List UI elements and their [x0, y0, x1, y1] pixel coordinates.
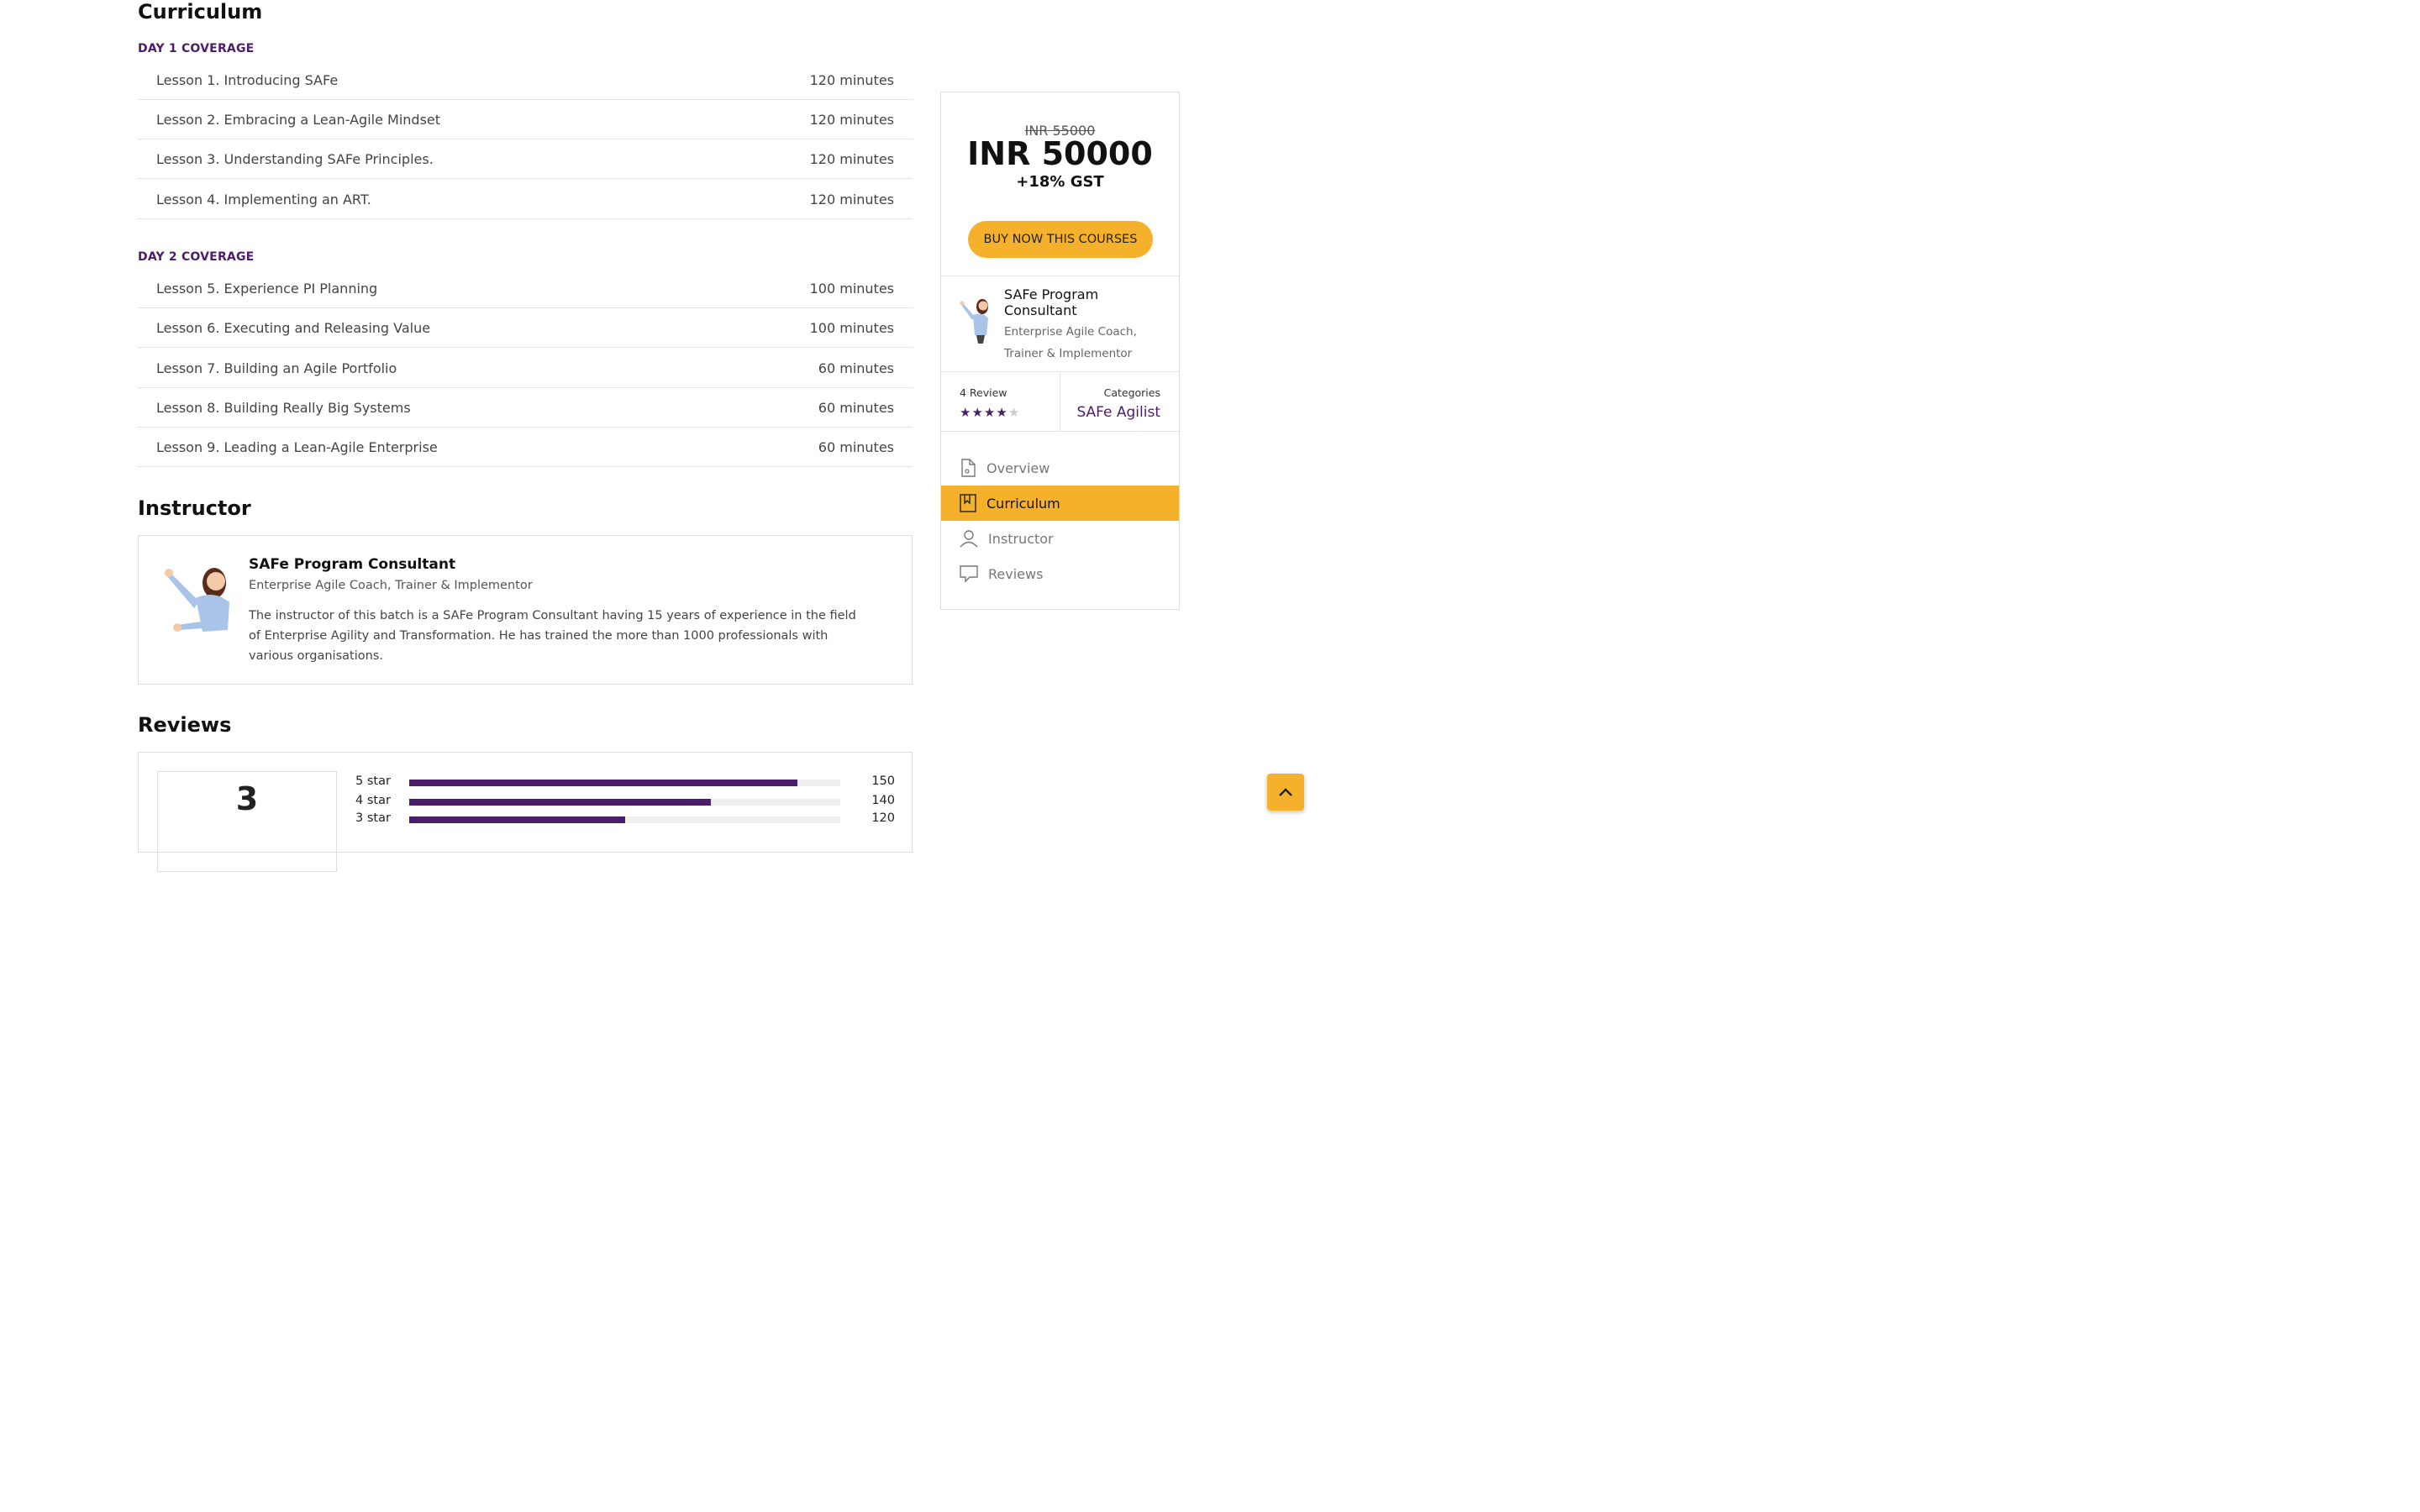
course-sidebar: INR 55000 INR 50000 +18% GST BUY NOW THI…	[940, 92, 1180, 610]
lesson-duration: 120 minutes	[809, 150, 894, 167]
rating-bar-label: 4 star	[355, 794, 391, 807]
user-icon	[960, 530, 978, 548]
instructor-subtitle: Enterprise Agile Coach, Trainer & Implem…	[249, 579, 533, 592]
review-count: 4 Review	[960, 386, 1007, 399]
day-2-heading: DAY 2 COVERAGE	[138, 250, 255, 264]
nav-label: Reviews	[988, 565, 1044, 582]
lesson-duration: 60 minutes	[818, 399, 894, 416]
rating-bar-track	[409, 780, 840, 786]
instructor-bio: The instructor of this batch is a SAFe P…	[249, 609, 856, 663]
rating-bar-count: 120	[871, 811, 895, 825]
lesson-row[interactable]: Lesson 8. Building Really Big Systems 60…	[138, 388, 913, 428]
back-to-top-button[interactable]	[1267, 774, 1304, 811]
lesson-row[interactable]: Lesson 9. Leading a Lean-Agile Enterpris…	[138, 428, 913, 467]
reviews-card: 3 5 star 150 4 star 140 3 star 120	[138, 752, 913, 872]
instructor-name: SAFe Program Consultant	[249, 556, 456, 573]
lesson-title: Lesson 8. Building Really Big Systems	[156, 399, 411, 416]
lesson-title: Lesson 6. Executing and Releasing Value	[156, 319, 431, 336]
rating-bar-fill	[409, 799, 712, 806]
document-icon	[961, 459, 976, 477]
nav-label: Overview	[986, 459, 1050, 476]
price: INR 50000	[967, 135, 1153, 172]
lesson-duration: 120 minutes	[809, 111, 894, 128]
nav-label: Instructor	[988, 530, 1054, 547]
lesson-title: Lesson 9. Leading a Lean-Agile Enterpris…	[156, 438, 438, 455]
lesson-row[interactable]: Lesson 2. Embracing a Lean-Agile Mindset…	[138, 100, 913, 139]
lesson-title: Lesson 3. Understanding SAFe Principles.	[156, 150, 434, 167]
nav-label: Curriculum	[986, 495, 1060, 512]
instructor-card: SAFe Program Consultant Enterprise Agile…	[138, 535, 913, 685]
curriculum-title: Curriculum	[138, 0, 263, 24]
star-icon: ★	[996, 405, 1008, 420]
instructor-title: Instructor	[138, 496, 251, 520]
rating-bar-label: 3 star	[355, 811, 391, 825]
rating-bar-row: 5 star 150	[355, 774, 895, 791]
rating-bar-label: 5 star	[355, 774, 391, 788]
reviews-title: Reviews	[138, 713, 232, 737]
rating-bar-fill	[409, 816, 625, 823]
rating-bar-track	[409, 816, 840, 823]
lesson-duration: 120 minutes	[809, 191, 894, 207]
rating-bar-track	[409, 799, 840, 806]
lesson-title: Lesson 4. Implementing an ART.	[156, 191, 371, 207]
rating-bar-row: 4 star 140	[355, 794, 895, 811]
nav-instructor[interactable]: Instructor	[941, 521, 1179, 556]
lesson-duration: 100 minutes	[809, 319, 894, 336]
rating-bar-count: 150	[871, 774, 895, 788]
lesson-row[interactable]: Lesson 7. Building an Agile Portfolio 60…	[138, 349, 913, 388]
nav-curriculum[interactable]: Curriculum	[941, 486, 1179, 521]
categories-label: Categories	[1103, 386, 1160, 399]
day-1-heading: DAY 1 COVERAGE	[138, 42, 255, 55]
lesson-duration: 60 minutes	[818, 360, 894, 376]
comment-icon	[960, 565, 978, 583]
star-icon: ★	[983, 405, 997, 420]
lesson-title: Lesson 5. Experience PI Planning	[156, 280, 378, 297]
lesson-duration: 120 minutes	[809, 71, 894, 88]
sidebar-instructor-subtitle: Enterprise Agile Coach, Trainer & Implem…	[1004, 325, 1137, 360]
nav-overview[interactable]: Overview	[941, 450, 1179, 486]
lesson-row[interactable]: Lesson 5. Experience PI Planning 100 min…	[138, 269, 913, 308]
rating-bar-count: 140	[871, 794, 895, 807]
lesson-duration: 100 minutes	[809, 280, 894, 297]
lesson-title: Lesson 7. Building an Agile Portfolio	[156, 360, 397, 376]
rating-bar-fill	[409, 780, 797, 786]
star-icon: ★	[971, 405, 984, 420]
category-link[interactable]: SAFe Agilist	[1076, 404, 1160, 421]
sidebar-instructor-name[interactable]: SAFe Program Consultant	[1004, 286, 1164, 318]
buy-now-button[interactable]: BUY NOW THIS COURSES	[968, 221, 1153, 258]
lesson-row[interactable]: Lesson 6. Executing and Releasing Value …	[138, 308, 913, 348]
nav-reviews[interactable]: Reviews	[941, 556, 1179, 591]
lesson-row[interactable]: Lesson 3. Understanding SAFe Principles.…	[138, 139, 913, 179]
chevron-up-icon	[1279, 788, 1292, 796]
lesson-duration: 60 minutes	[818, 438, 894, 455]
gst-note: +18% GST	[1016, 173, 1104, 191]
rating-bar-row: 3 star 120	[355, 811, 895, 828]
average-rating: 3	[157, 771, 337, 872]
instructor-avatar	[165, 568, 229, 632]
lesson-row[interactable]: Lesson 1. Introducing SAFe 120 minutes	[138, 60, 913, 100]
star-rating: ★★★★★	[960, 405, 1020, 420]
instructor-avatar	[960, 299, 988, 344]
star-icon: ★	[1007, 405, 1021, 420]
bookmark-icon	[960, 494, 976, 512]
lesson-title: Lesson 2. Embracing a Lean-Agile Mindset	[156, 111, 441, 128]
divider	[941, 431, 1179, 432]
lesson-title: Lesson 1. Introducing SAFe	[156, 71, 339, 88]
lesson-row[interactable]: Lesson 4. Implementing an ART. 120 minut…	[138, 180, 913, 219]
star-icon: ★	[960, 405, 972, 420]
